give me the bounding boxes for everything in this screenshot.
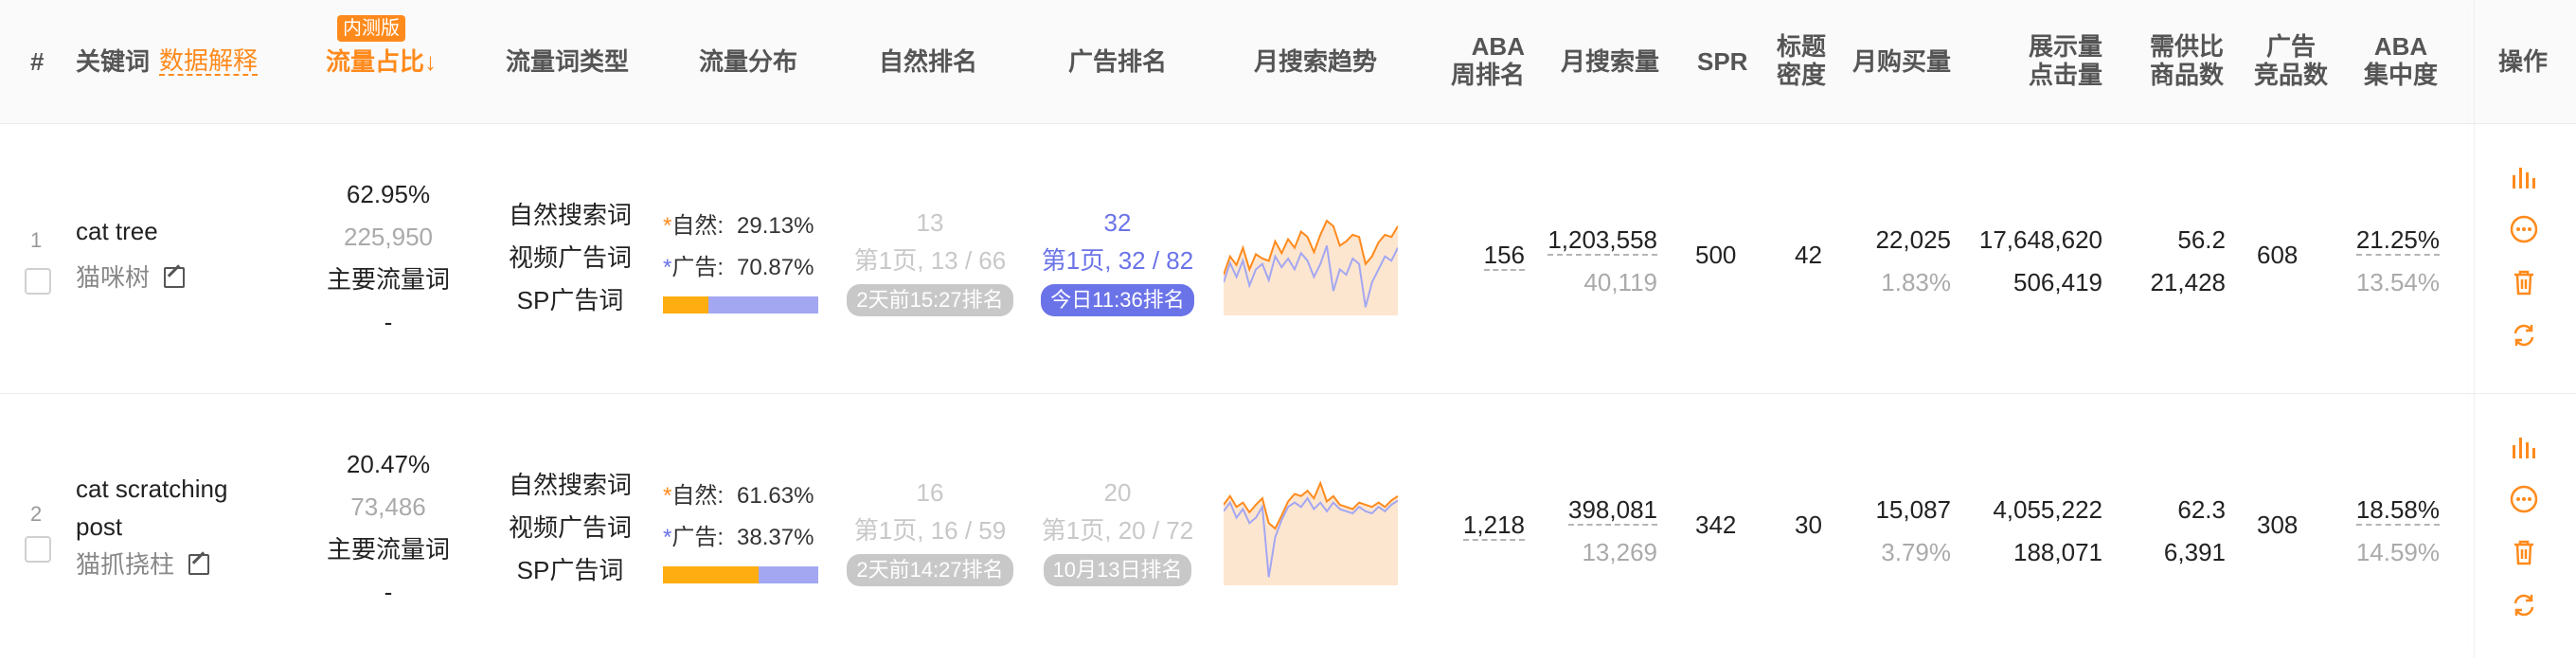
header-monthly-purchase: 月购买量 <box>1852 47 1952 76</box>
header-supply-demand: 需供比 商品数 <box>2150 32 2225 89</box>
aba-concentration-cell[interactable]: 18.58% 14.59% <box>2335 489 2440 574</box>
header-aba-weekly: ABA 周排名 <box>1450 32 1525 89</box>
spr-value: 500 <box>1695 241 1737 269</box>
distribution-bar <box>663 566 818 583</box>
keyword-translation: 猫咪树 <box>76 259 186 294</box>
organic-rank-cell: 16 第1页, 16 / 59 2天前14:27排名 <box>845 474 1015 587</box>
table-row: 2 cat scratching post 猫抓挠柱 20.47% 73,486… <box>0 394 2576 663</box>
row-index: 1 <box>30 228 43 252</box>
header-spr: SPR <box>1697 47 1748 76</box>
organic-rank-badge[interactable]: 2天前15:27排名 <box>847 284 1013 316</box>
keyword-type-list: 自然搜索词 视频广告词 SP广告词 <box>494 194 646 322</box>
row-checkbox[interactable] <box>25 536 51 563</box>
header-ad-competitors: 广告 竞品数 <box>2254 32 2329 89</box>
row-checkbox[interactable] <box>25 268 51 295</box>
header-traffic-share[interactable]: 流量占比↓ <box>326 47 437 76</box>
aba-weekly-rank[interactable]: 1,218 <box>1449 511 1525 541</box>
delete-icon[interactable] <box>2510 538 2538 566</box>
keyword-text[interactable]: cat tree <box>76 217 158 246</box>
header-aba-concentration: ABA 集中度 <box>2364 32 2439 89</box>
type-sp-ad: SP广告词 <box>516 286 624 314</box>
keyword-table: # 关键词 数据解释 内测版 流量占比↓ 流量词类型 流量分布 自然排名 广告排… <box>0 0 2576 663</box>
data-explain-link[interactable]: 数据解释 <box>159 47 259 76</box>
supply-demand-cell: 62.3 6,391 <box>2163 495 2226 566</box>
header-monthly-search: 月搜索量 <box>1561 47 1660 76</box>
keyword-translation: 猫抓挠柱 <box>76 546 210 581</box>
header-ad-rank: 广告排名 <box>1068 47 1168 76</box>
header-actions: 操作 <box>2498 47 2549 76</box>
traffic-distribution: *自然: 29.13% *广告: 70.87% <box>663 206 833 314</box>
more-icon[interactable] <box>2510 215 2538 243</box>
aba-weekly-rank[interactable]: 156 <box>1449 241 1525 271</box>
row-index: 2 <box>30 502 43 526</box>
keyword-type-list: 自然搜索词 视频广告词 SP广告词 <box>494 464 646 592</box>
header-keyword-type: 流量词类型 <box>506 47 630 76</box>
type-organic: 自然搜索词 <box>508 201 632 229</box>
delete-icon[interactable] <box>2510 268 2538 296</box>
type-video-ad: 视频广告词 <box>508 243 632 272</box>
edit-icon[interactable] <box>164 264 186 288</box>
monthly-trend-chart[interactable] <box>1224 202 1398 315</box>
edit-icon[interactable] <box>188 551 210 575</box>
header-impressions-clicks: 展示量 点击量 <box>2028 32 2102 89</box>
traffic-share-cell: 20.47% 73,486 主要流量词 - <box>326 450 450 606</box>
table-header: # 关键词 数据解释 内测版 流量占比↓ 流量词类型 流量分布 自然排名 广告排… <box>0 0 2576 124</box>
distribution-bar-natural <box>663 296 708 314</box>
header-title-density: 标题 密度 <box>1777 32 1827 89</box>
supply-demand-cell: 56.2 21,428 <box>2150 225 2226 296</box>
header-organic-rank: 自然排名 <box>879 47 978 76</box>
ad-rank-badge[interactable]: 今日11:36排名 <box>1041 284 1194 316</box>
traffic-share-cell: 62.95% 225,950 主要流量词 - <box>326 180 450 336</box>
keyword-text[interactable]: cat scratching post <box>76 470 227 546</box>
type-organic: 自然搜索词 <box>508 471 632 499</box>
header-index: # <box>30 47 45 76</box>
header-monthly-trend: 月搜索趋势 <box>1254 47 1378 76</box>
impressions-clicks-cell: 4,055,222 188,071 <box>1993 495 2102 566</box>
bar-chart-icon[interactable] <box>2510 432 2538 460</box>
ad-competitors-value: 308 <box>2257 511 2299 539</box>
row-actions <box>2510 432 2538 619</box>
header-keyword: 关键词 <box>76 47 151 76</box>
actions-column-divider <box>2474 0 2475 657</box>
row-actions <box>2510 162 2538 349</box>
aba-concentration-cell[interactable]: 21.25% 13.54% <box>2335 219 2440 304</box>
impressions-clicks-cell: 17,648,620 506,419 <box>1978 225 2102 296</box>
ad-rank-cell: 32 第1页, 32 / 82 今日11:36排名 <box>1032 204 1203 317</box>
monthly-trend-chart[interactable] <box>1224 472 1398 585</box>
title-density-value: 30 <box>1795 511 1822 539</box>
type-sp-ad: SP广告词 <box>516 556 624 584</box>
type-video-ad: 视频广告词 <box>508 513 632 542</box>
ad-competitors-value: 608 <box>2257 241 2299 269</box>
bar-chart-icon[interactable] <box>2510 162 2538 190</box>
table-row: 1 cat tree 猫咪树 62.95% 225,950 主要流量词 - 自然… <box>0 124 2576 394</box>
refresh-icon[interactable] <box>2510 321 2538 349</box>
traffic-distribution: *自然: 61.63% *广告: 38.37% <box>663 475 833 583</box>
distribution-bar-natural <box>663 566 760 583</box>
ad-rank-cell: 20 第1页, 20 / 72 10月13日排名 <box>1032 474 1203 587</box>
monthly-search-cell[interactable]: 398,081 13,269 <box>1515 489 1657 574</box>
spr-value: 342 <box>1695 511 1737 539</box>
organic-rank-badge[interactable]: 2天前14:27排名 <box>847 554 1013 586</box>
beta-badge: 内测版 <box>337 15 405 42</box>
more-icon[interactable] <box>2510 485 2538 513</box>
organic-rank-cell: 13 第1页, 13 / 66 2天前15:27排名 <box>845 204 1015 317</box>
monthly-purchase-cell: 15,087 3.79% <box>1875 495 1951 566</box>
trend-area <box>1224 483 1398 585</box>
title-density-value: 42 <box>1795 241 1822 269</box>
header-traffic-dist: 流量分布 <box>699 47 798 76</box>
monthly-search-cell[interactable]: 1,203,558 40,119 <box>1515 219 1657 304</box>
ad-rank-badge[interactable]: 10月13日排名 <box>1043 554 1192 586</box>
refresh-icon[interactable] <box>2510 591 2538 619</box>
distribution-bar <box>663 296 818 314</box>
monthly-purchase-cell: 22,025 1.83% <box>1875 225 1951 296</box>
